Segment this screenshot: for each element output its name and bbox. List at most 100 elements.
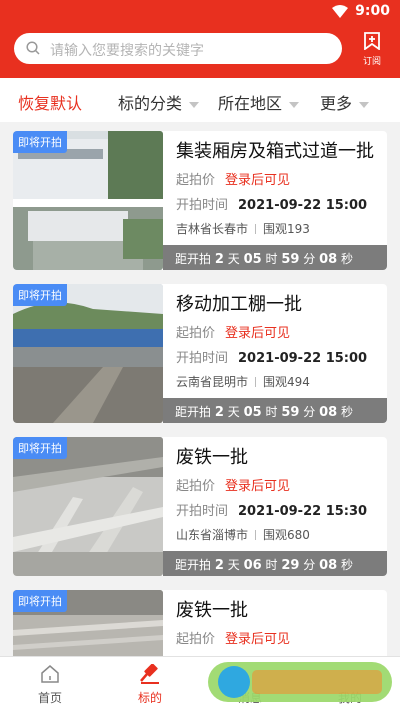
start-price-row: 起拍价 登录后可见 bbox=[176, 628, 290, 647]
tab-home[interactable]: 首页 bbox=[0, 657, 100, 710]
auction-card[interactable]: 即将开拍 废铁一批 起拍价 登录后可见 开拍时间 2021-09-22 15:30 … bbox=[13, 437, 387, 576]
start-price-row: 起拍价 登录后可见 bbox=[176, 475, 290, 494]
tab-home-label: 首页 bbox=[37, 691, 62, 705]
start-time-value: 2021-09-22 15:00 bbox=[238, 198, 368, 213]
countdown-hours: 06 bbox=[243, 558, 262, 573]
auction-card[interactable]: 即将开拍 集装厢房及箱式过道一批 起拍价 登录后可见 开拍时间 2021-09-22… bbox=[13, 131, 387, 270]
status-badge: 即将开拍 bbox=[13, 284, 67, 306]
filter-bar: 恢复默认 标的分类 所在地区 更多 bbox=[0, 78, 400, 122]
subscribe-label: 订阅 bbox=[362, 57, 381, 67]
tab-auctions[interactable]: 标的 bbox=[100, 657, 200, 710]
start-time-label: 开拍时间 bbox=[176, 504, 229, 519]
countdown-bar: 距开拍 2 天 05 时 59 分 08 秒 bbox=[163, 245, 387, 270]
countdown-days: 2 bbox=[214, 252, 224, 267]
unit-hour: 时 bbox=[265, 252, 278, 266]
location-row: 吉林省长春市 围观193 bbox=[176, 220, 310, 237]
location-row: 云南省昆明市 围观494 bbox=[176, 373, 310, 390]
status-time: 9:00 bbox=[355, 3, 390, 19]
view-count: 围观494 bbox=[263, 375, 310, 389]
start-time-label: 开拍时间 bbox=[176, 198, 229, 213]
start-price-row: 起拍价 登录后可见 bbox=[176, 322, 290, 341]
auction-card[interactable]: 即将开拍 移动加工棚一批 起拍价 登录后可见 开拍时间 2021-09-22 15:… bbox=[13, 284, 387, 423]
view-count: 围观193 bbox=[263, 222, 310, 236]
start-time-label: 开拍时间 bbox=[176, 351, 229, 366]
auction-title: 废铁一批 bbox=[176, 447, 248, 468]
filter-more-label: 更多 bbox=[320, 94, 353, 113]
countdown-days: 2 bbox=[214, 558, 224, 573]
auction-title: 废铁一批 bbox=[176, 600, 248, 621]
search-input[interactable]: 请输入您要搜索的关键字 bbox=[14, 33, 342, 64]
status-badge: 即将开拍 bbox=[13, 590, 67, 612]
gavel-icon bbox=[140, 663, 159, 684]
chevron-down-icon bbox=[359, 101, 370, 108]
unit-day: 天 bbox=[227, 558, 240, 572]
countdown-seconds: 08 bbox=[319, 558, 338, 573]
app-header: 9:00 请输入您要搜索的关键字 订阅 bbox=[0, 0, 400, 78]
unit-second: 秒 bbox=[341, 252, 354, 266]
unit-second: 秒 bbox=[341, 558, 354, 572]
filter-more[interactable]: 更多 bbox=[320, 90, 370, 114]
countdown-hours: 05 bbox=[243, 405, 262, 420]
filter-category-label: 标的分类 bbox=[118, 94, 183, 113]
start-price-value: 登录后可见 bbox=[225, 173, 291, 188]
countdown-days: 2 bbox=[214, 405, 224, 420]
status-badge: 即将开拍 bbox=[13, 437, 67, 459]
status-bar: 9:00 bbox=[0, 0, 400, 24]
start-time-value: 2021-09-22 15:00 bbox=[238, 351, 368, 366]
countdown-minutes: 59 bbox=[281, 252, 300, 267]
subscribe-button[interactable]: 订阅 bbox=[352, 30, 392, 70]
countdown-hours: 05 bbox=[243, 252, 262, 267]
unit-hour: 时 bbox=[265, 558, 278, 572]
start-price-label: 起拍价 bbox=[176, 632, 216, 647]
status-badge: 即将开拍 bbox=[13, 131, 67, 153]
auction-title: 集装厢房及箱式过道一批 bbox=[176, 141, 374, 162]
unit-day: 天 bbox=[227, 252, 240, 266]
filter-category[interactable]: 标的分类 bbox=[118, 90, 200, 114]
start-price-value: 登录后可见 bbox=[225, 479, 291, 494]
start-time-row: 开拍时间 2021-09-22 15:30 bbox=[176, 500, 367, 519]
auction-thumbnail: 即将开拍 bbox=[13, 131, 163, 270]
filter-reset-label: 恢复默认 bbox=[18, 94, 83, 113]
unit-day: 天 bbox=[227, 405, 240, 419]
start-time-row: 开拍时间 2021-09-22 15:00 bbox=[176, 347, 367, 366]
countdown-bar: 距开拍 2 天 05 时 59 分 08 秒 bbox=[163, 398, 387, 423]
countdown-prefix: 距开拍 bbox=[175, 405, 212, 419]
countdown-minutes: 59 bbox=[281, 405, 300, 420]
countdown-minutes: 29 bbox=[281, 558, 300, 573]
bookmark-plus-icon bbox=[364, 32, 380, 51]
auction-thumbnail: 即将开拍 bbox=[13, 437, 163, 576]
start-price-label: 起拍价 bbox=[176, 326, 216, 341]
start-price-value: 登录后可见 bbox=[225, 632, 291, 647]
countdown-prefix: 距开拍 bbox=[175, 252, 212, 266]
start-price-label: 起拍价 bbox=[176, 173, 216, 188]
home-icon bbox=[41, 665, 59, 683]
unit-minute: 分 bbox=[303, 558, 316, 572]
location-text: 山东省淄博市 bbox=[176, 528, 249, 542]
unit-second: 秒 bbox=[341, 405, 354, 419]
start-price-row: 起拍价 登录后可见 bbox=[176, 169, 290, 188]
countdown-bar: 距开拍 2 天 06 时 29 分 08 秒 bbox=[163, 551, 387, 576]
filter-region-label: 所在地区 bbox=[218, 94, 283, 113]
start-price-label: 起拍价 bbox=[176, 479, 216, 494]
auction-thumbnail: 即将开拍 bbox=[13, 284, 163, 423]
location-text: 吉林省长春市 bbox=[176, 222, 249, 236]
view-count: 围观680 bbox=[263, 528, 310, 542]
location-row: 山东省淄博市 围观680 bbox=[176, 526, 310, 543]
wifi-icon bbox=[332, 5, 348, 18]
start-price-value: 登录后可见 bbox=[225, 326, 291, 341]
unit-minute: 分 bbox=[303, 252, 316, 266]
unit-hour: 时 bbox=[265, 405, 278, 419]
start-time-row: 开拍时间 2021-09-22 15:00 bbox=[176, 194, 367, 213]
search-placeholder: 请输入您要搜索的关键字 bbox=[50, 43, 204, 59]
unit-minute: 分 bbox=[303, 405, 316, 419]
tab-auctions-label: 标的 bbox=[137, 691, 162, 705]
filter-region[interactable]: 所在地区 bbox=[218, 90, 300, 114]
chevron-down-icon bbox=[289, 101, 300, 108]
search-icon bbox=[26, 41, 40, 55]
countdown-seconds: 08 bbox=[319, 252, 338, 267]
filter-reset[interactable]: 恢复默认 bbox=[18, 90, 82, 114]
site-watermark bbox=[208, 662, 392, 702]
location-text: 云南省昆明市 bbox=[176, 375, 249, 389]
countdown-prefix: 距开拍 bbox=[175, 558, 212, 572]
auction-title: 移动加工棚一批 bbox=[176, 294, 302, 315]
